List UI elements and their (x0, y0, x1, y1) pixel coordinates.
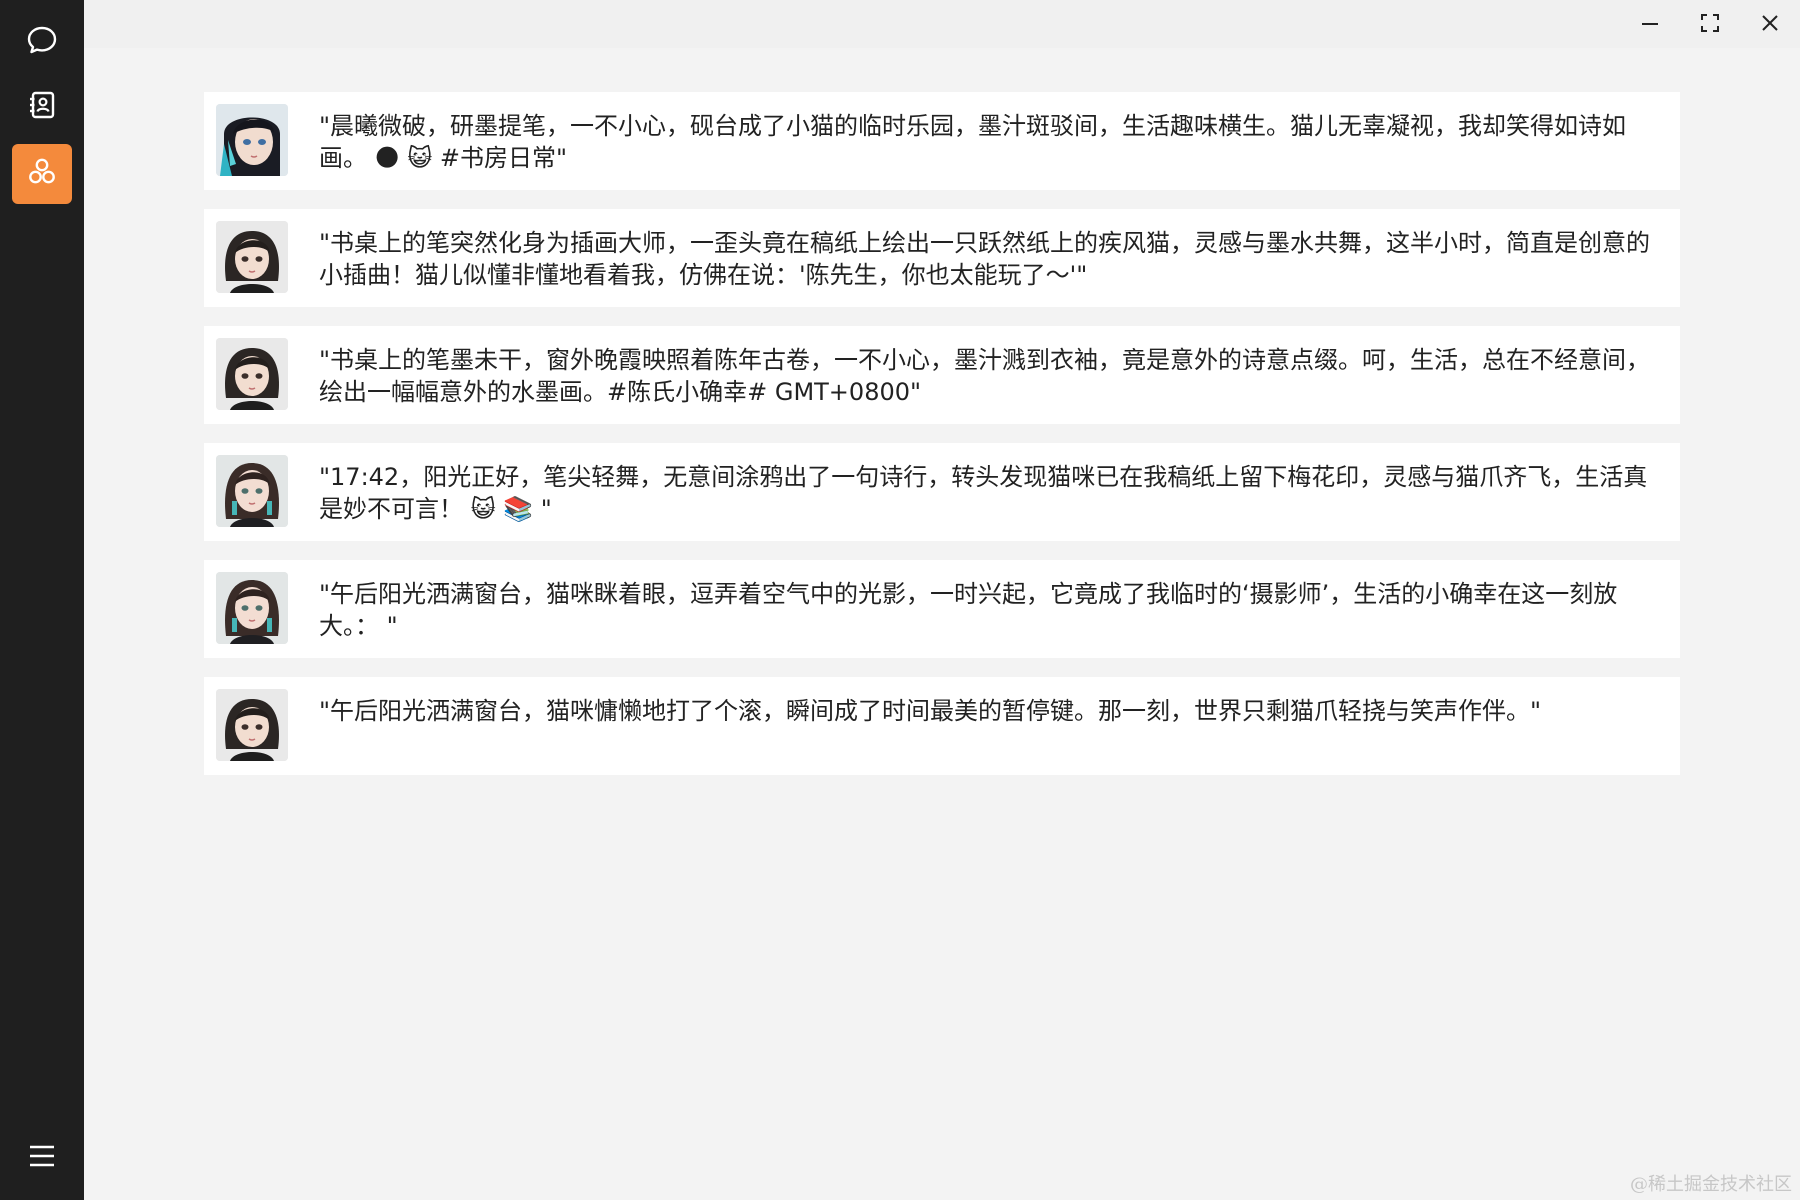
sidebar-item-moments[interactable] (12, 144, 72, 204)
maximize-button[interactable] (1687, 6, 1733, 44)
moment-post[interactable]: "晨曦微破，研墨提笔，一不小心，砚台成了小猫的临时乐园，墨汁斑驳间，生活趣味横生… (204, 92, 1680, 190)
post-text: "午后阳光洒满窗台，猫咪慵懒地打了个滚，瞬间成了时间最美的暂停键。那一刻，世界只… (319, 697, 1542, 725)
menu-button[interactable] (12, 1128, 72, 1188)
close-button[interactable] (1747, 6, 1793, 44)
post-text: "书桌上的笔墨未干，窗外晚霞映照着陈年古卷，一不小心，墨汁溅到衣袖，竟是意外的诗… (319, 346, 1651, 406)
avatar[interactable] (216, 572, 288, 644)
hamburger-menu-icon (25, 1139, 59, 1177)
maximize-icon (1699, 12, 1721, 38)
close-icon (1759, 12, 1781, 38)
minimize-icon (1639, 12, 1661, 38)
avatar[interactable] (216, 104, 288, 176)
post-text: "午后阳光洒满窗台，猫咪眯着眼，逗弄着空气中的光影，一时兴起，它竟成了我临时的‘… (319, 580, 1618, 640)
post-text: "晨曦微破，研墨提笔，一不小心，砚台成了小猫的临时乐园，墨汁斑驳间，生活趣味横生… (319, 112, 1627, 172)
avatar[interactable] (216, 455, 288, 527)
moment-post[interactable]: "书桌上的笔墨未干，窗外晚霞映照着陈年古卷，一不小心，墨汁溅到衣袖，竟是意外的诗… (204, 326, 1680, 424)
avatar[interactable] (216, 221, 288, 293)
app-window: "晨曦微破，研墨提笔，一不小心，砚台成了小猫的临时乐园，墨汁斑驳间，生活趣味横生… (0, 0, 1800, 1200)
sidebar-item-chats[interactable] (12, 12, 72, 72)
watermark: @稀土掘金技术社区 (1630, 1174, 1792, 1195)
title-bar (84, 0, 1800, 48)
chat-bubble-icon (25, 23, 59, 61)
moments-feed: "晨曦微破，研墨提笔，一不小心，砚台成了小猫的临时乐园，墨汁斑驳间，生活趣味横生… (204, 92, 1680, 794)
avatar[interactable] (216, 689, 288, 761)
main-panel: "晨曦微破，研墨提笔，一不小心，砚台成了小猫的临时乐园，墨汁斑驳间，生活趣味横生… (84, 0, 1800, 1200)
contacts-book-icon (25, 88, 59, 126)
moment-post[interactable]: "午后阳光洒满窗台，猫咪眯着眼，逗弄着空气中的光影，一时兴起，它竟成了我临时的‘… (204, 560, 1680, 658)
sidebar-item-contacts[interactable] (12, 77, 72, 137)
avatar[interactable] (216, 338, 288, 410)
sidebar (0, 0, 84, 1200)
moment-post[interactable]: "书桌上的笔突然化身为插画大师，一歪头竟在稿纸上绘出一只跃然纸上的疾风猫，灵感与… (204, 209, 1680, 307)
moment-post[interactable]: "午后阳光洒满窗台，猫咪慵懒地打了个滚，瞬间成了时间最美的暂停键。那一刻，世界只… (204, 677, 1680, 775)
post-text: "书桌上的笔突然化身为插画大师，一歪头竟在稿纸上绘出一只跃然纸上的疾风猫，灵感与… (319, 229, 1651, 289)
moments-icon (25, 155, 59, 193)
minimize-button[interactable] (1627, 6, 1673, 44)
moment-post[interactable]: "17:42，阳光正好，笔尖轻舞，无意间涂鸦出了一句诗行，转头发现猫咪已在我稿纸… (204, 443, 1680, 541)
post-text: "17:42，阳光正好，笔尖轻舞，无意间涂鸦出了一句诗行，转头发现猫咪已在我稿纸… (319, 463, 1648, 523)
